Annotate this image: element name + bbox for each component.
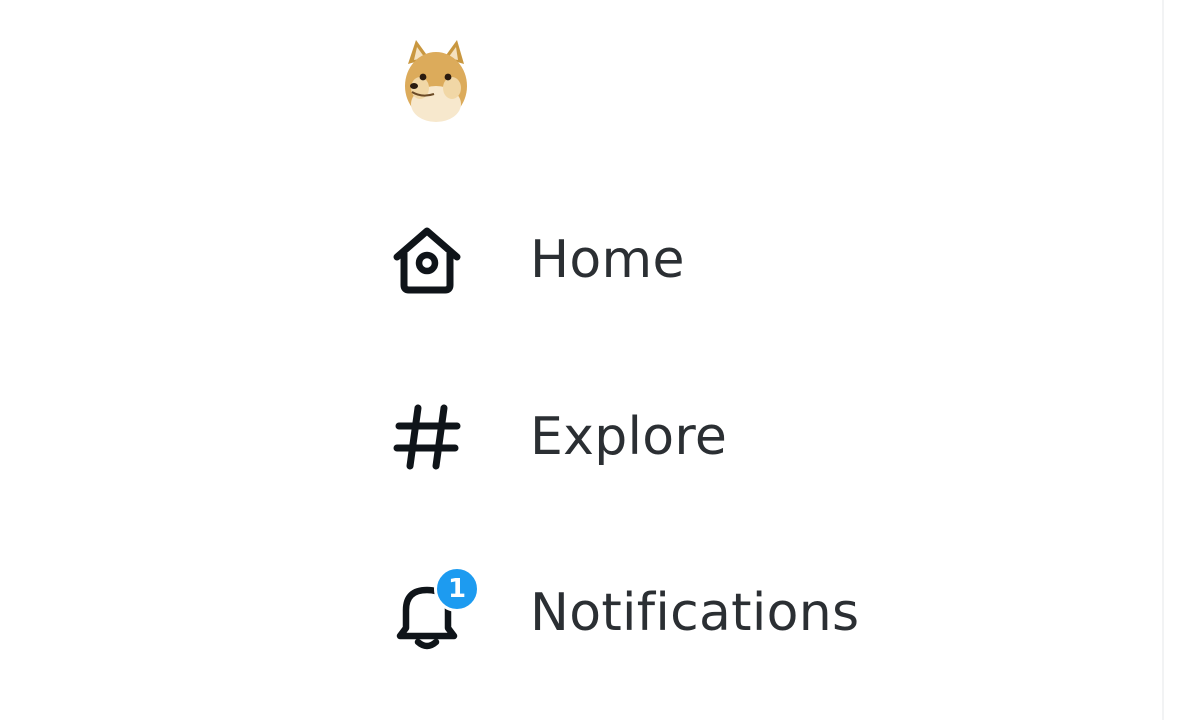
app-frame: Home Explore 1 Notifications — [0, 0, 1180, 720]
home-icon — [390, 223, 464, 297]
logo[interactable] — [396, 34, 476, 126]
nav-item-notifications[interactable]: 1 Notifications — [380, 558, 881, 668]
bell-icon: 1 — [390, 566, 480, 650]
nav-item-label: Home — [530, 230, 685, 290]
sidebar-nav: Home Explore 1 Notifications — [0, 0, 1160, 720]
nav-item-home[interactable]: Home — [380, 205, 707, 315]
nav-item-label: Notifications — [530, 583, 860, 643]
column-divider — [1162, 0, 1164, 720]
hashtag-icon — [390, 400, 464, 474]
nav-item-label: Explore — [530, 407, 728, 467]
doge-icon — [405, 40, 467, 122]
nav-item-explore[interactable]: Explore — [380, 382, 749, 492]
notification-badge: 1 — [434, 566, 480, 612]
